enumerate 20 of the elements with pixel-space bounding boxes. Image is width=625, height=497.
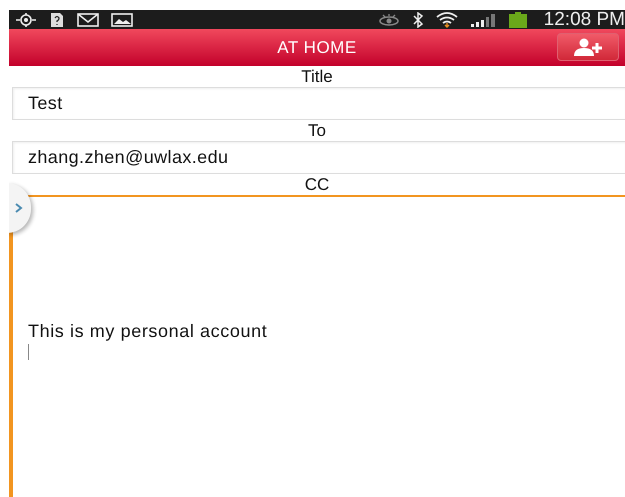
image-icon (111, 12, 133, 26)
mail-icon (77, 12, 99, 26)
text-cursor (28, 344, 29, 360)
field-label: CC (304, 174, 330, 195)
add-person-icon (573, 38, 603, 56)
input-field[interactable]: zhang.zhen@uwlax.edu (12, 141, 625, 174)
eye-icon (378, 12, 400, 26)
side-drawer-handle[interactable] (9, 183, 31, 233)
wifi-icon (436, 12, 458, 28)
bluetooth-icon (412, 12, 424, 28)
header-title: AT HOME (277, 38, 357, 58)
battery-icon (508, 12, 528, 28)
input-field[interactable]: Test (12, 87, 625, 120)
clock-time: 12:08 PM (544, 10, 625, 30)
chevron-right-icon (15, 203, 23, 213)
field-label: Title (300, 66, 334, 87)
gps-icon (15, 12, 37, 28)
add-contact-button[interactable] (557, 33, 619, 61)
signal-icon (470, 12, 496, 26)
field-label: To (307, 120, 327, 141)
